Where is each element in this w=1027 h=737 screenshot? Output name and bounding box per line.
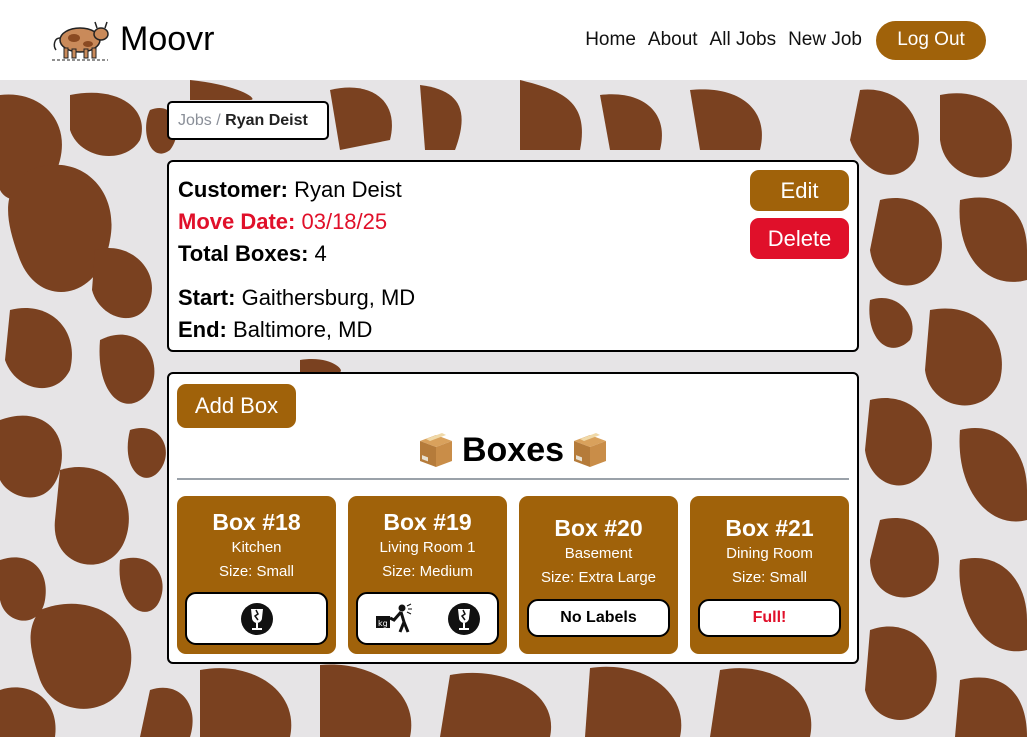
top-navbar: Moovr Home About All Jobs New Job Log Ou… bbox=[0, 0, 1027, 80]
customer-row: Customer: Ryan Deist bbox=[178, 174, 415, 206]
package-icon bbox=[419, 433, 452, 467]
end-row: End: Baltimore, MD bbox=[178, 314, 415, 346]
box-name: Box #20 bbox=[554, 515, 643, 541]
app-name: Moovr bbox=[120, 20, 215, 58]
box-size: Size: Small bbox=[218, 563, 295, 580]
boxes-card: Add Box Boxes Box #18 Kitchen Size: Smal… bbox=[167, 372, 859, 664]
label-icons: kg bbox=[358, 602, 497, 636]
nav-links: Home About All Jobs New Job Log Out bbox=[585, 20, 986, 60]
box-labels: Full! bbox=[698, 599, 841, 637]
brand[interactable]: Moovr bbox=[50, 16, 214, 62]
total-boxes-label: Total Boxes: bbox=[178, 241, 309, 266]
breadcrumb-separator: / bbox=[216, 112, 221, 129]
box-labels: kg bbox=[356, 592, 499, 645]
box-card[interactable]: Box #18 Kitchen Size: Small bbox=[177, 496, 336, 654]
box-name: Box #21 bbox=[725, 515, 814, 541]
nav-home[interactable]: Home bbox=[585, 20, 636, 60]
box-room: Dining Room bbox=[726, 545, 813, 562]
no-labels-text: No Labels bbox=[560, 609, 637, 626]
add-box-button[interactable]: Add Box bbox=[177, 384, 296, 428]
delete-button[interactable]: Delete bbox=[750, 218, 849, 259]
package-icon bbox=[574, 433, 607, 467]
move-date-value: 03/18/25 bbox=[301, 209, 388, 234]
box-size: Size: Medium bbox=[382, 563, 473, 580]
start-row: Start: Gaithersburg, MD bbox=[178, 282, 415, 314]
job-info: Customer: Ryan Deist Move Date: 03/18/25… bbox=[178, 174, 415, 346]
start-value: Gaithersburg, MD bbox=[241, 285, 416, 310]
box-labels bbox=[185, 592, 328, 645]
move-date-row: Move Date: 03/18/25 bbox=[178, 206, 415, 238]
logout-button[interactable]: Log Out bbox=[876, 20, 986, 60]
box-name: Box #19 bbox=[383, 509, 472, 535]
box-card[interactable]: Box #19 Living Room 1 Size: Medium kg bbox=[348, 496, 507, 654]
breadcrumb-jobs-link[interactable]: Jobs bbox=[178, 112, 212, 129]
svg-text:kg: kg bbox=[378, 619, 388, 628]
nav-about[interactable]: About bbox=[648, 20, 698, 60]
total-boxes-value: 4 bbox=[314, 241, 327, 266]
customer-label: Customer: bbox=[178, 177, 289, 202]
breadcrumb-current: Ryan Deist bbox=[225, 112, 308, 129]
fragile-icon bbox=[447, 602, 480, 635]
box-size: Size: Small bbox=[731, 569, 808, 586]
boxes-heading: Boxes bbox=[169, 430, 857, 470]
cow-logo-icon bbox=[52, 21, 109, 61]
box-room: Basement bbox=[564, 545, 633, 562]
boxes-title: Boxes bbox=[461, 431, 565, 469]
total-boxes-row: Total Boxes: 4 bbox=[178, 238, 415, 270]
box-labels: No Labels bbox=[527, 599, 670, 637]
box-room: Living Room 1 bbox=[379, 539, 476, 556]
breadcrumb: Jobs / Ryan Deist bbox=[167, 101, 329, 140]
start-label: Start: bbox=[178, 285, 236, 310]
box-size: Size: Extra Large bbox=[540, 569, 657, 586]
box-room: Kitchen bbox=[231, 539, 282, 556]
main-content: Jobs / Ryan Deist Customer: Ryan Deist M… bbox=[0, 0, 1027, 737]
heavy-lift-icon: kg bbox=[376, 603, 413, 633]
full-status-text: Full! bbox=[752, 609, 787, 626]
box-name: Box #18 bbox=[212, 509, 301, 535]
end-label: End: bbox=[178, 317, 227, 342]
box-card[interactable]: Box #20 Basement Size: Extra Large No La… bbox=[519, 496, 678, 654]
job-details-card: Customer: Ryan Deist Move Date: 03/18/25… bbox=[167, 160, 859, 352]
box-card[interactable]: Box #21 Dining Room Size: Small Full! bbox=[690, 496, 849, 654]
nav-all-jobs[interactable]: All Jobs bbox=[710, 20, 777, 60]
fragile-icon bbox=[240, 602, 273, 635]
nav-new-job[interactable]: New Job bbox=[788, 20, 862, 60]
customer-value: Ryan Deist bbox=[294, 177, 402, 202]
divider bbox=[177, 478, 849, 480]
end-value: Baltimore, MD bbox=[233, 317, 373, 342]
move-date-label: Move Date: bbox=[178, 209, 296, 234]
edit-button[interactable]: Edit bbox=[750, 170, 849, 211]
